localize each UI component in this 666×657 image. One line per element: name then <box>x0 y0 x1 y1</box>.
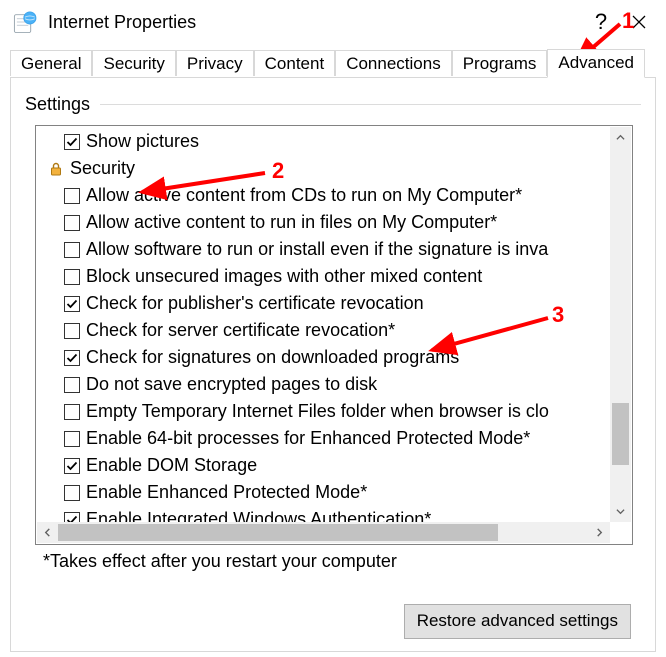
tab-security[interactable]: Security <box>92 50 175 78</box>
horizontal-scroll-thumb[interactable] <box>58 524 498 541</box>
checkbox[interactable] <box>64 404 80 420</box>
settings-item-label: Allow active content to run in files on … <box>86 212 497 233</box>
settings-item[interactable]: Empty Temporary Internet Files folder wh… <box>40 398 610 425</box>
restart-note: *Takes effect after you restart your com… <box>43 551 641 572</box>
checkbox[interactable] <box>64 215 80 231</box>
settings-item[interactable]: Allow active content from CDs to run on … <box>40 182 610 209</box>
settings-treeview[interactable]: Show pictures Security Allow active conten… <box>35 125 633 545</box>
settings-group-label: Settings <box>25 94 90 115</box>
settings-item-label: Block unsecured images with other mixed … <box>86 266 482 287</box>
settings-item[interactable]: Check for publisher's certificate revoca… <box>40 290 610 317</box>
settings-category-label: Security <box>70 158 135 179</box>
settings-category: Security <box>40 155 610 182</box>
checkbox[interactable] <box>64 269 80 285</box>
settings-item-label: Check for signatures on downloaded progr… <box>86 347 459 368</box>
tab-general[interactable]: General <box>10 50 92 78</box>
tab-content[interactable]: Content <box>254 50 336 78</box>
scroll-down-arrow-icon[interactable] <box>610 501 631 522</box>
checkbox[interactable] <box>64 323 80 339</box>
advanced-panel: Settings Show pictures Security Allow acti… <box>10 77 656 652</box>
checkbox[interactable] <box>64 431 80 447</box>
settings-item-label: Enable Integrated Windows Authentication… <box>86 509 431 522</box>
checkbox[interactable] <box>64 512 80 523</box>
checkbox[interactable] <box>64 188 80 204</box>
settings-item-label: Enable DOM Storage <box>86 455 257 476</box>
internet-options-icon <box>12 9 38 35</box>
checkbox[interactable] <box>64 242 80 258</box>
lock-icon <box>48 161 64 177</box>
scroll-right-arrow-icon[interactable] <box>589 522 610 543</box>
divider <box>100 104 641 105</box>
settings-item-label: Enable Enhanced Protected Mode* <box>86 482 367 503</box>
checkbox[interactable] <box>64 458 80 474</box>
settings-item[interactable]: Show pictures <box>40 128 610 155</box>
checkbox[interactable] <box>64 485 80 501</box>
restore-advanced-settings-button[interactable]: Restore advanced settings <box>404 604 631 639</box>
settings-item-label: Check for server certificate revocation* <box>86 320 395 341</box>
checkbox[interactable] <box>64 377 80 393</box>
settings-item-label: Enable 64-bit processes for Enhanced Pro… <box>86 428 530 449</box>
settings-item[interactable]: Enable Integrated Windows Authentication… <box>40 506 610 522</box>
settings-item[interactable]: Allow active content to run in files on … <box>40 209 610 236</box>
settings-item[interactable]: Allow software to run or install even if… <box>40 236 610 263</box>
titlebar: Internet Properties ? <box>0 0 666 44</box>
checkbox[interactable] <box>64 350 80 366</box>
tab-connections[interactable]: Connections <box>335 50 452 78</box>
settings-item[interactable]: Check for signatures on downloaded progr… <box>40 344 610 371</box>
settings-item[interactable]: Enable Enhanced Protected Mode* <box>40 479 610 506</box>
settings-item[interactable]: Enable 64-bit processes for Enhanced Pro… <box>40 425 610 452</box>
checkbox[interactable] <box>64 296 80 312</box>
tab-privacy[interactable]: Privacy <box>176 50 254 78</box>
help-button[interactable]: ? <box>582 7 620 37</box>
settings-item[interactable]: Check for server certificate revocation* <box>40 317 610 344</box>
tabstrip: GeneralSecurityPrivacyContentConnections… <box>0 44 666 77</box>
close-button[interactable] <box>620 7 658 37</box>
horizontal-scroll-track[interactable] <box>58 522 589 543</box>
settings-group-header: Settings <box>25 94 641 115</box>
settings-item-label: Empty Temporary Internet Files folder wh… <box>86 401 549 422</box>
vertical-scroll-track[interactable] <box>610 148 631 501</box>
settings-item[interactable]: Do not save encrypted pages to disk <box>40 371 610 398</box>
tab-programs[interactable]: Programs <box>452 50 548 78</box>
settings-item[interactable]: Enable DOM Storage <box>40 452 610 479</box>
settings-item[interactable]: Block unsecured images with other mixed … <box>40 263 610 290</box>
tab-advanced[interactable]: Advanced <box>547 49 645 78</box>
checkbox[interactable] <box>64 134 80 150</box>
settings-item-label: Allow active content from CDs to run on … <box>86 185 522 206</box>
window-title: Internet Properties <box>48 12 196 33</box>
vertical-scrollbar[interactable] <box>610 127 631 522</box>
settings-item-label: Show pictures <box>86 131 199 152</box>
vertical-scroll-thumb[interactable] <box>612 403 629 465</box>
settings-item-label: Do not save encrypted pages to disk <box>86 374 377 395</box>
settings-item-label: Check for publisher's certificate revoca… <box>86 293 424 314</box>
scroll-up-arrow-icon[interactable] <box>610 127 631 148</box>
horizontal-scrollbar[interactable] <box>37 522 610 543</box>
scroll-left-arrow-icon[interactable] <box>37 522 58 543</box>
settings-item-label: Allow software to run or install even if… <box>86 239 548 260</box>
